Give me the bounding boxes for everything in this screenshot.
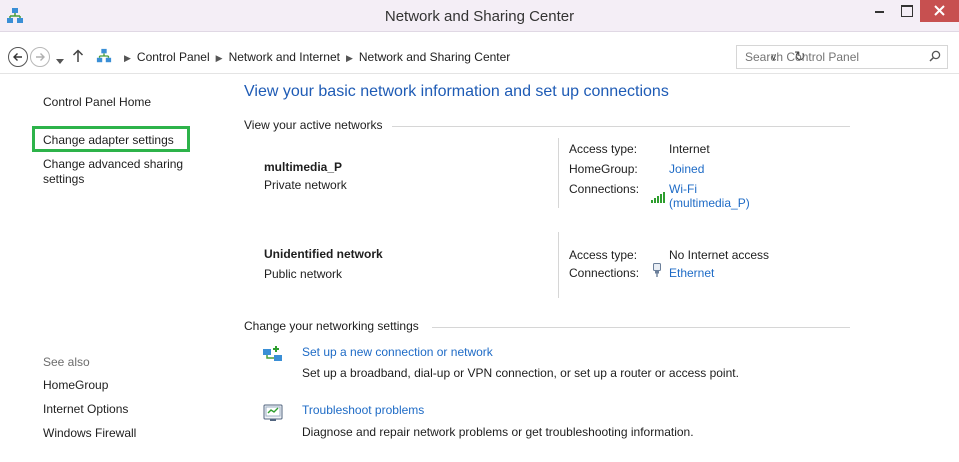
network-name: multimedia_P [264, 160, 343, 174]
minimize-button[interactable] [866, 0, 893, 22]
networking-settings-heading: Change your networking settings [244, 319, 419, 333]
wifi-connection-name[interactable]: Wi-Fi [669, 182, 750, 196]
network-divider [558, 232, 559, 298]
connections-label: Connections: [569, 266, 640, 280]
divider [392, 126, 850, 127]
wifi-connection-link[interactable]: Wi-Fi (multimedia_P) [669, 182, 750, 210]
page-title: View your basic network information and … [244, 83, 669, 100]
troubleshoot-problems-description: Diagnose and repair network problems or … [302, 425, 694, 439]
control-panel-home-link[interactable]: Control Panel Home [43, 95, 151, 110]
breadcrumb-control-panel[interactable]: Control Panel [137, 50, 210, 64]
network-name: Unidentified network [264, 247, 383, 261]
back-button[interactable] [8, 47, 28, 67]
close-icon [934, 5, 945, 16]
navigation-pane: Control Panel Home Change adapter settin… [0, 75, 228, 462]
chevron-down-icon [56, 59, 64, 64]
network-location-icon [96, 48, 112, 64]
access-type-label: Access type: [569, 248, 638, 262]
homegroup-joined-link[interactable]: Joined [669, 162, 704, 176]
windows-firewall-link[interactable]: Windows Firewall [43, 426, 136, 441]
breadcrumb-separator-icon[interactable]: ▶ [346, 53, 353, 63]
troubleshoot-problems-link[interactable]: Troubleshoot problems [302, 403, 424, 417]
up-button[interactable] [72, 49, 84, 66]
wifi-connection-ssid[interactable]: (multimedia_P) [669, 196, 750, 210]
search-box[interactable] [736, 45, 948, 69]
address-row: ▶ Control Panel ▶ Network and Internet ▶ Netw… [0, 44, 959, 74]
window-title: Network and Sharing Center [384, 8, 575, 25]
network-type: Private network [264, 178, 347, 192]
network-divider [558, 138, 559, 208]
wifi-signal-icon [651, 192, 665, 203]
maximize-button[interactable] [893, 0, 920, 22]
new-connection-icon [263, 346, 282, 361]
homegroup-label: HomeGroup: [569, 162, 638, 176]
breadcrumb-network-and-internet[interactable]: Network and Internet [229, 50, 340, 64]
ethernet-icon [653, 263, 661, 277]
breadcrumb-separator-icon[interactable]: ▶ [124, 53, 131, 63]
troubleshoot-icon [263, 404, 283, 421]
setup-new-connection-link[interactable]: Set up a new connection or network [302, 345, 493, 359]
homegroup-link[interactable]: HomeGroup [43, 378, 108, 393]
see-also-heading: See also [43, 355, 90, 369]
breadcrumb: ▶ Control Panel ▶ Network and Internet ▶ Netw… [118, 50, 510, 64]
internet-options-link[interactable]: Internet Options [43, 402, 128, 417]
change-adapter-settings-link[interactable]: Change adapter settings [43, 133, 174, 148]
forward-button[interactable] [30, 47, 50, 67]
breadcrumb-separator-icon[interactable]: ▶ [216, 53, 223, 63]
search-icon[interactable] [929, 50, 941, 62]
access-type-value: Internet [669, 142, 710, 156]
change-advanced-sharing-settings-link[interactable]: Change advanced sharing settings [43, 157, 213, 187]
connections-label: Connections: [569, 182, 640, 196]
address-bar[interactable]: ▶ Control Panel ▶ Network and Internet ▶ Netw… [94, 44, 806, 70]
recent-locations-dropdown[interactable] [56, 54, 64, 68]
arrow-up-icon [72, 49, 84, 62]
breadcrumb-network-and-sharing-center[interactable]: Network and Sharing Center [359, 50, 510, 64]
arrow-right-icon [36, 53, 45, 61]
access-type-label: Access type: [569, 142, 638, 156]
active-networks-heading: View your active networks [244, 118, 383, 132]
arrow-left-icon [13, 53, 22, 61]
divider [432, 327, 850, 328]
network-type: Public network [264, 267, 343, 281]
setup-new-connection-description: Set up a broadband, dial-up or VPN conne… [302, 366, 739, 380]
title-bar: Network and Sharing Center [0, 0, 959, 32]
search-input[interactable] [745, 47, 925, 67]
close-button[interactable] [920, 0, 959, 22]
access-type-value: No Internet access [669, 248, 770, 262]
ethernet-connection-link[interactable]: Ethernet [669, 266, 714, 280]
